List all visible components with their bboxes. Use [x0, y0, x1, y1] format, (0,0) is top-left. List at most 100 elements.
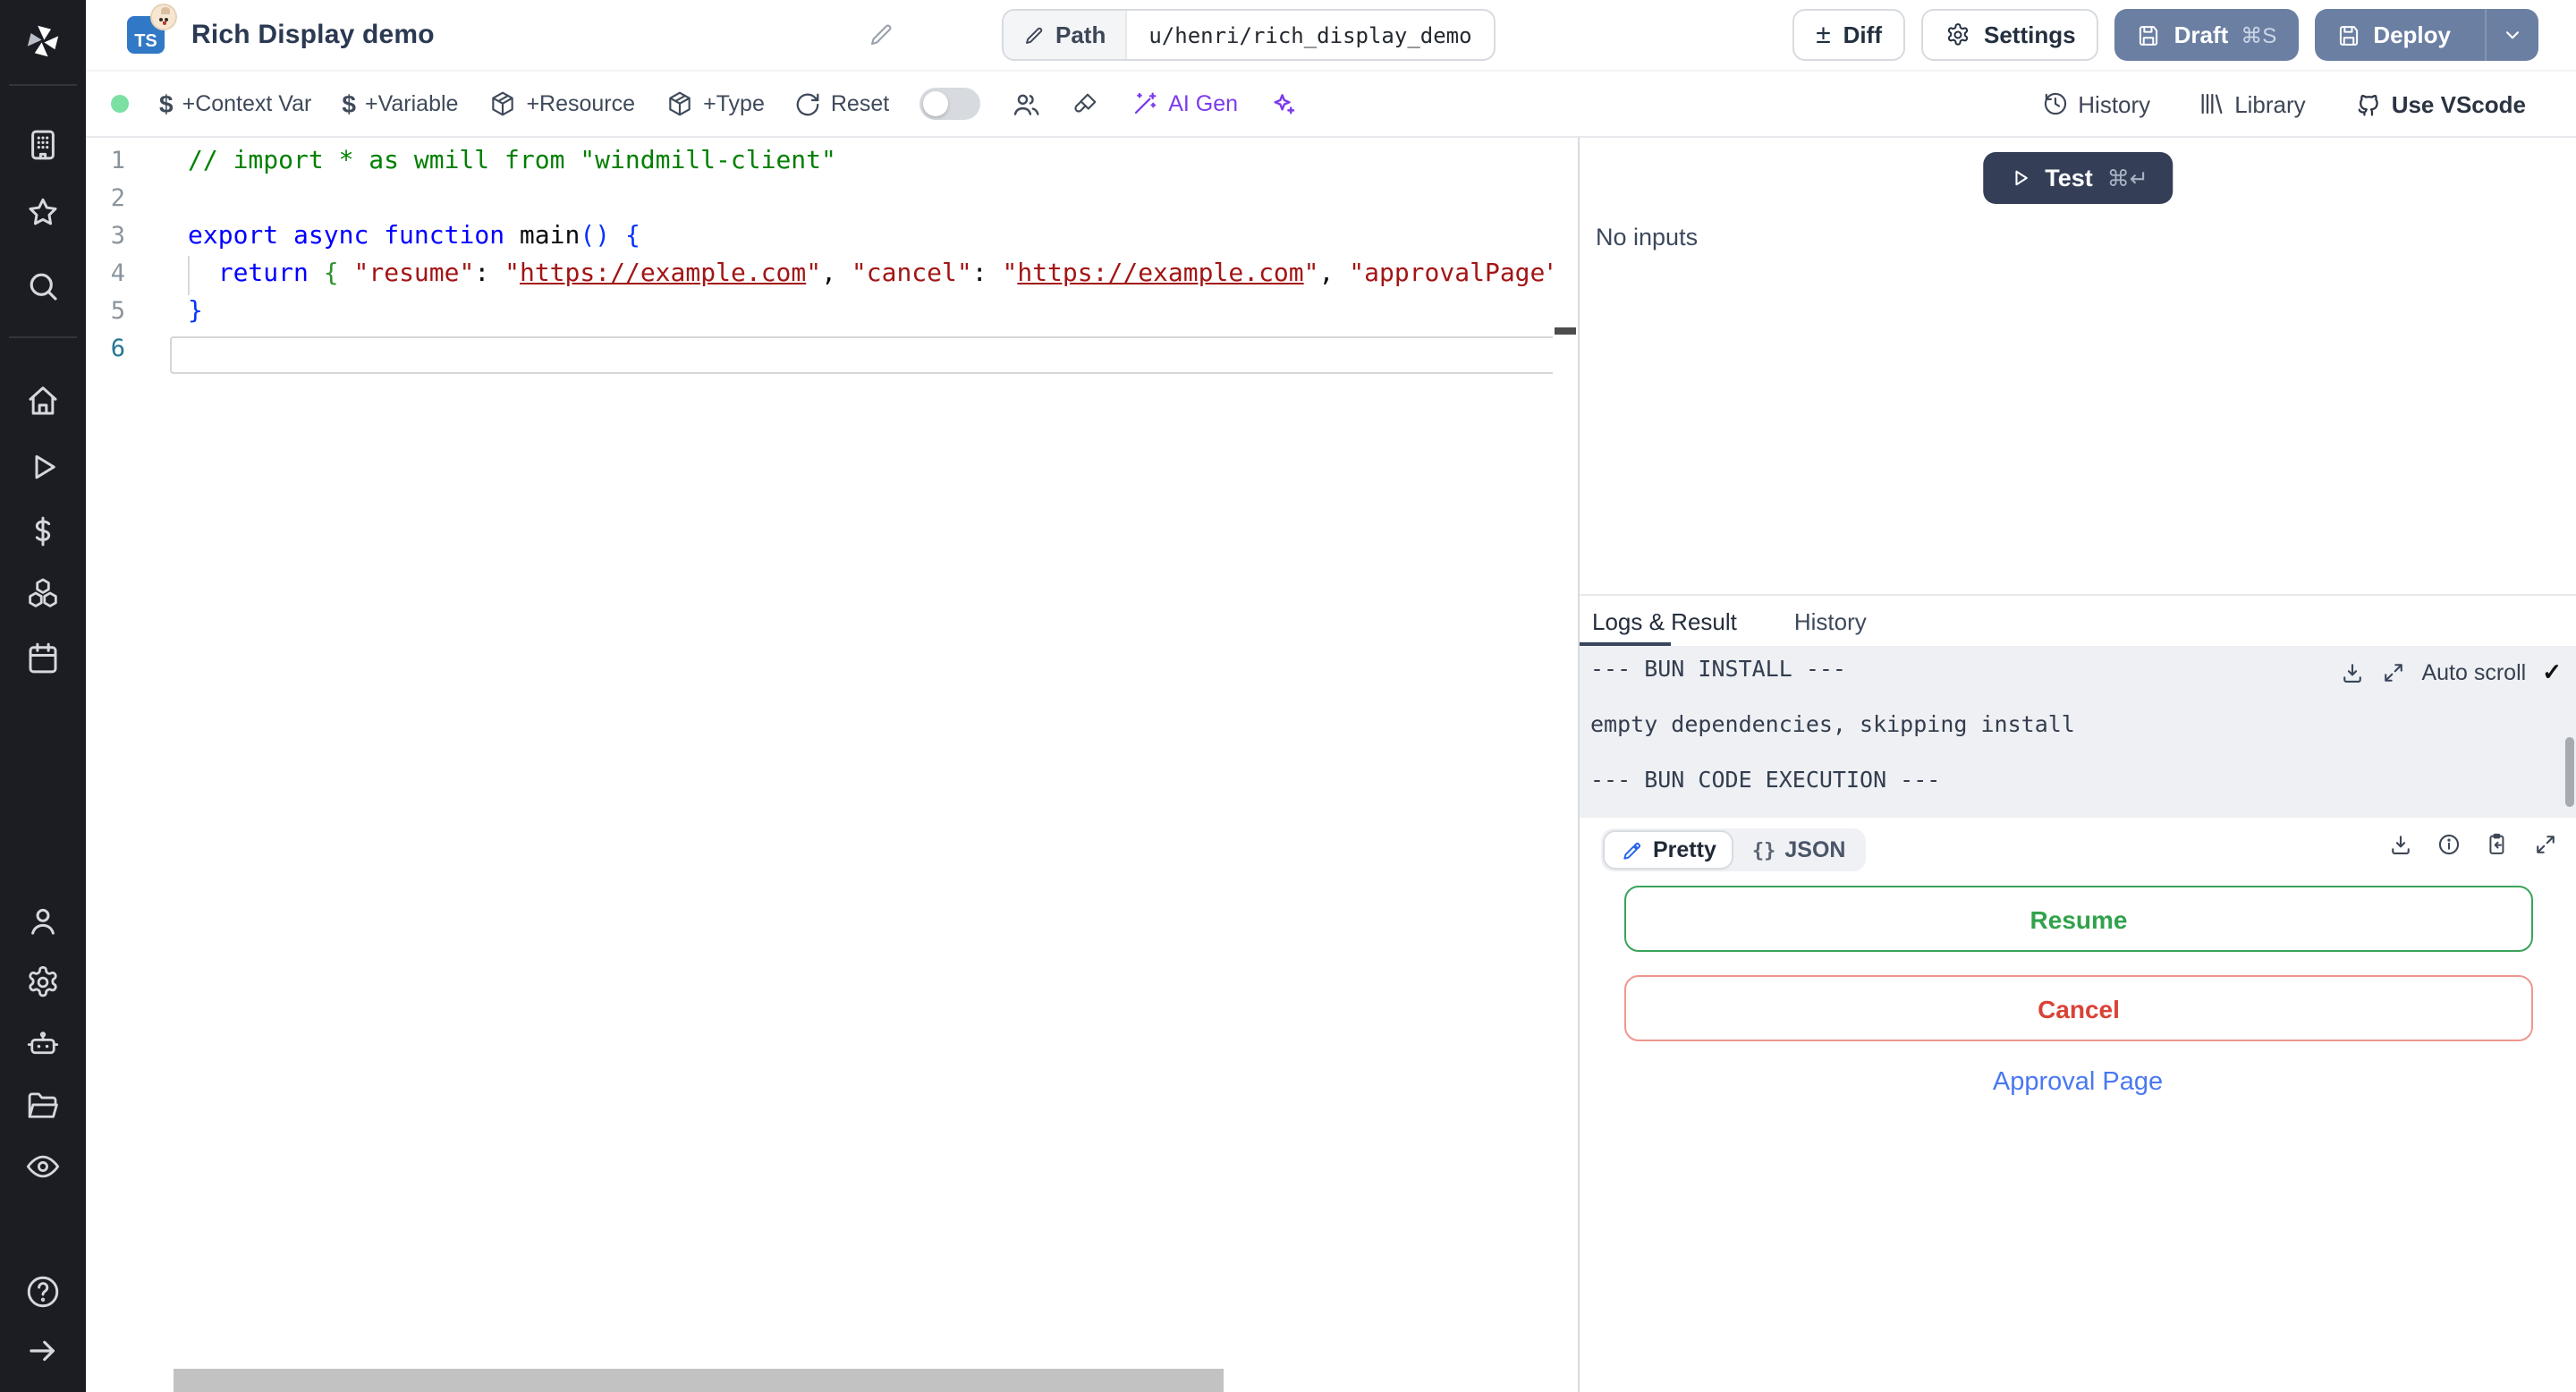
add-type-label: +Type — [703, 91, 765, 116]
code-line[interactable]: 5} — [86, 293, 1578, 331]
diff-button[interactable]: ± Diff — [1792, 9, 1905, 61]
add-variable-label: +Variable — [364, 91, 459, 116]
folders-icon[interactable] — [24, 1087, 62, 1125]
download-logs-icon[interactable] — [2339, 660, 2364, 685]
schedules-calendar-icon[interactable] — [24, 640, 62, 677]
path-pencil-icon — [1023, 24, 1045, 46]
code-line[interactable]: 6 — [86, 331, 1578, 369]
logs-result-pane: Logs & Result History --- BUN INSTALL --… — [1580, 594, 2576, 1392]
reset-button[interactable]: Reset — [795, 90, 889, 117]
code-line[interactable]: 3 export async function main() { — [86, 218, 1578, 256]
draft-button[interactable]: Draft ⌘S — [2114, 9, 2299, 61]
chevron-down-icon — [2501, 23, 2524, 47]
gear-icon — [1945, 21, 1971, 48]
app-window: TS Rich Display demo Path u/henri/rich_d… — [0, 0, 2576, 1392]
result-area: Pretty {} JSON Resume Cancel Approval Pa… — [1580, 818, 2576, 1392]
line-number: 5 — [110, 297, 125, 326]
search-icon[interactable] — [24, 267, 62, 305]
github-cat-icon — [2352, 89, 2383, 119]
windmill-logo[interactable] — [21, 20, 64, 63]
add-type-button[interactable]: +Type — [665, 89, 765, 118]
add-resource-label: +Resource — [526, 91, 636, 116]
path-label: Path — [1055, 21, 1106, 48]
workspace-building-icon[interactable] — [24, 126, 62, 164]
log-line: --- BUN CODE EXECUTION --- — [1590, 766, 1941, 793]
assistant-sparkles-button[interactable] — [1268, 89, 1299, 119]
copy-clipboard-icon[interactable] — [2485, 832, 2510, 857]
package-icon — [665, 89, 694, 118]
pen-nib-icon — [1621, 838, 1644, 862]
ai-gen-label: AI Gen — [1168, 91, 1239, 116]
library-icon — [2197, 89, 2225, 118]
history-label: History — [2078, 90, 2151, 117]
editor-horizontal-scrollbar[interactable] — [174, 1369, 1224, 1392]
history-clock-icon — [2040, 89, 2069, 118]
path-button[interactable]: Path u/henri/rich_display_demo — [1002, 9, 1496, 61]
log-line: empty dependencies, skipping install — [1590, 710, 2075, 737]
vscode-button[interactable]: Use VScode — [2352, 89, 2526, 119]
deploy-main-segment[interactable]: Deploy — [2314, 9, 2472, 61]
expand-sidebar-arrow-icon[interactable] — [24, 1332, 62, 1370]
library-button[interactable]: Library — [2197, 89, 2306, 118]
json-tab[interactable]: {} JSON — [1736, 832, 1862, 868]
resume-button[interactable]: Resume — [1624, 886, 2533, 952]
paintbrush-icon — [1072, 89, 1100, 118]
multiplayer-button[interactable] — [1011, 89, 1041, 119]
draft-shortcut: ⌘S — [2241, 22, 2277, 47]
format-brush-button[interactable] — [1072, 89, 1100, 118]
save-icon — [2335, 22, 2360, 47]
settings-button[interactable]: Settings — [1921, 9, 2099, 61]
rename-pencil-icon[interactable] — [868, 21, 894, 48]
line-number: 4 — [110, 259, 125, 288]
log-line: --- BUN INSTALL --- — [1590, 655, 1846, 682]
variables-dollar-icon[interactable] — [24, 513, 62, 550]
code-editor[interactable]: 1// import * as wmill from "windmill-cli… — [86, 138, 1578, 1392]
fullscreen-result-icon[interactable] — [2533, 832, 2558, 857]
tab-history[interactable]: History — [1794, 596, 1867, 646]
test-label: Test — [2045, 165, 2093, 191]
history-button[interactable]: History — [2040, 89, 2150, 118]
add-variable-button[interactable]: $ +Variable — [342, 89, 458, 118]
cancel-button[interactable]: Cancel — [1624, 975, 2533, 1041]
result-actions — [2388, 832, 2558, 857]
line-number: 3 — [110, 222, 125, 250]
dollar-icon: $ — [342, 89, 356, 118]
line-number: 1 — [110, 147, 125, 175]
play-icon — [2007, 166, 2030, 190]
resources-cubes-icon[interactable] — [24, 575, 62, 613]
audit-eye-icon[interactable] — [24, 1148, 62, 1185]
code-lines[interactable]: 1// import * as wmill from "windmill-cli… — [86, 143, 1578, 369]
info-icon[interactable] — [2436, 832, 2462, 857]
editor-toolbar: $ +Context Var $ +Variable +Resource +Ty… — [86, 72, 2576, 138]
runs-play-icon[interactable] — [24, 448, 62, 486]
pretty-tab[interactable]: Pretty — [1605, 832, 1733, 868]
help-icon[interactable] — [23, 1272, 63, 1311]
diff-mode-toggle[interactable] — [919, 88, 981, 120]
add-context-var-button[interactable]: $ +Context Var — [159, 89, 311, 118]
log-scrollbar-thumb[interactable] — [2565, 737, 2574, 807]
code-line[interactable]: 4 return { "resume": "https://example.co… — [86, 256, 1578, 293]
braces-icon: {} — [1751, 838, 1776, 862]
log-output[interactable]: --- BUN INSTALL --- empty dependencies, s… — [1580, 646, 2576, 818]
users-person-icon[interactable] — [24, 903, 62, 940]
expand-logs-icon[interactable] — [2380, 660, 2405, 685]
code-line[interactable]: 2 — [86, 181, 1578, 218]
tab-logs-result[interactable]: Logs & Result — [1592, 596, 1737, 646]
ai-gen-button[interactable]: AI Gen — [1131, 89, 1238, 118]
workers-robot-icon[interactable] — [24, 1026, 62, 1064]
home-icon[interactable] — [24, 382, 62, 420]
approval-page-link[interactable]: Approval Page — [1580, 1068, 2576, 1097]
sidebar-divider — [9, 336, 77, 338]
status-dot — [111, 95, 129, 113]
test-button[interactable]: Test ⌘↵ — [1982, 152, 2174, 204]
deploy-dropdown-segment[interactable] — [2485, 9, 2538, 61]
deploy-button[interactable]: Deploy — [2314, 9, 2538, 61]
add-resource-button[interactable]: +Resource — [488, 89, 635, 118]
download-result-icon[interactable] — [2388, 832, 2413, 857]
code-line[interactable]: 1// import * as wmill from "windmill-cli… — [86, 143, 1578, 181]
auto-scroll-checkbox[interactable]: ✓ — [2542, 658, 2562, 687]
people-icon — [1011, 89, 1041, 119]
favorites-star-icon[interactable] — [24, 194, 62, 232]
settings-gear-icon[interactable] — [24, 963, 62, 1001]
log-controls: Auto scroll ✓ — [2339, 658, 2562, 687]
